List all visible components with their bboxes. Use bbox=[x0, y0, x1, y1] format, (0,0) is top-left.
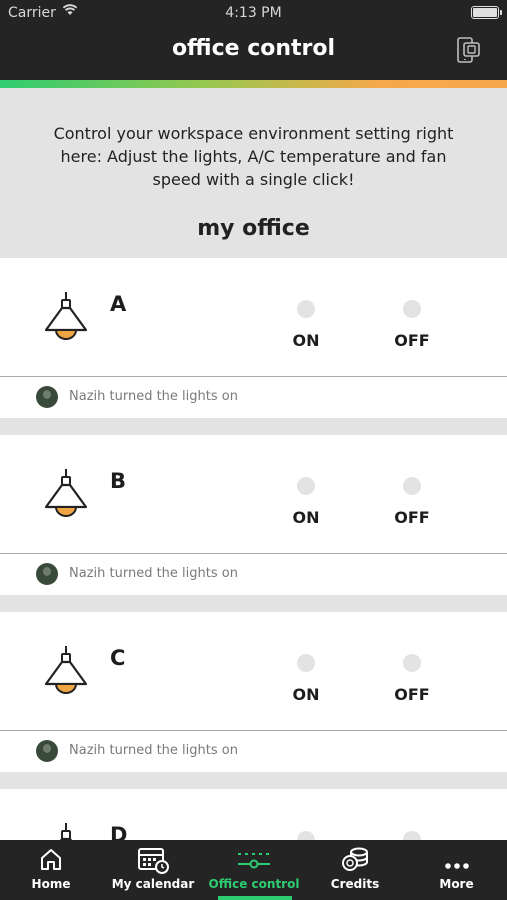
tab-label: Office control bbox=[208, 877, 300, 891]
lamp-icon bbox=[59, 823, 73, 840]
status-bar: Carrier 4:13 PM bbox=[0, 0, 507, 26]
lights-on-radio[interactable] bbox=[297, 831, 315, 840]
intro-description: Control your workspace environment setti… bbox=[53, 124, 454, 189]
lights-on-radio[interactable] bbox=[297, 300, 315, 318]
phone-card-icon[interactable] bbox=[455, 36, 483, 66]
activity-row: Nazih turned the lights on bbox=[0, 554, 507, 595]
more-dots-icon bbox=[444, 863, 469, 869]
on-label: ON bbox=[292, 331, 320, 350]
tab-office-control[interactable]: Office control bbox=[204, 840, 304, 900]
page-title: office control bbox=[171, 36, 336, 61]
coins-icon bbox=[342, 847, 368, 871]
lights-off-radio[interactable] bbox=[403, 477, 421, 495]
accent-gradient-bar bbox=[0, 80, 507, 88]
on-label: ON bbox=[292, 685, 320, 704]
tab-label: More bbox=[439, 877, 474, 891]
status-time: 4:13 PM bbox=[225, 5, 282, 21]
avatar bbox=[36, 740, 58, 762]
intro-section: Control your workspace environment setti… bbox=[0, 88, 507, 258]
tab-my-calendar[interactable]: My calendar bbox=[102, 840, 204, 900]
tab-credits[interactable]: Credits bbox=[304, 840, 406, 900]
room-card: B ON OFF Nazih turned the lights on bbox=[0, 435, 507, 595]
tab-more[interactable]: More bbox=[406, 840, 507, 900]
tab-home[interactable]: Home bbox=[0, 840, 102, 900]
off-label: OFF bbox=[394, 331, 430, 350]
calendar-icon bbox=[138, 848, 169, 874]
off-label: OFF bbox=[394, 685, 430, 704]
app-header: Carrier 4:13 PM office control bbox=[0, 0, 507, 80]
activity-text: Nazih turned the lights on bbox=[69, 389, 238, 404]
avatar bbox=[36, 563, 58, 585]
lights-on-radio[interactable] bbox=[297, 477, 315, 495]
lamp-icon bbox=[44, 646, 88, 694]
avatar bbox=[36, 386, 58, 408]
sliders-icon bbox=[238, 853, 270, 869]
room-card: D bbox=[0, 789, 507, 840]
active-tab-indicator bbox=[218, 896, 292, 900]
off-label: OFF bbox=[394, 508, 430, 527]
activity-text: Nazih turned the lights on bbox=[69, 566, 238, 581]
tab-label: My calendar bbox=[111, 877, 195, 891]
activity-row: Nazih turned the lights on bbox=[0, 377, 507, 418]
room-name: B bbox=[110, 469, 127, 493]
battery-icon bbox=[471, 6, 502, 19]
lights-off-radio[interactable] bbox=[403, 300, 421, 318]
lamp-icon bbox=[44, 469, 88, 517]
section-heading: my office bbox=[197, 216, 310, 241]
room-card: C ON OFF Nazih turned the lights on bbox=[0, 612, 507, 772]
tab-label: Credits bbox=[330, 877, 380, 891]
tab-bar: Home My calendar Office control Credits bbox=[0, 840, 507, 900]
on-label: ON bbox=[292, 508, 320, 527]
room-name: A bbox=[110, 292, 127, 316]
activity-text: Nazih turned the lights on bbox=[69, 743, 238, 758]
lamp-icon bbox=[44, 292, 88, 340]
room-name: C bbox=[110, 646, 126, 670]
lights-off-radio[interactable] bbox=[403, 654, 421, 672]
home-icon bbox=[41, 849, 61, 870]
room-card: A ON OFF Nazih turned the lights on bbox=[0, 258, 507, 418]
lights-off-radio[interactable] bbox=[403, 831, 421, 840]
activity-row: Nazih turned the lights on bbox=[0, 731, 507, 772]
lights-on-radio[interactable] bbox=[297, 654, 315, 672]
room-name: D bbox=[110, 823, 128, 840]
tab-label: Home bbox=[31, 877, 71, 891]
